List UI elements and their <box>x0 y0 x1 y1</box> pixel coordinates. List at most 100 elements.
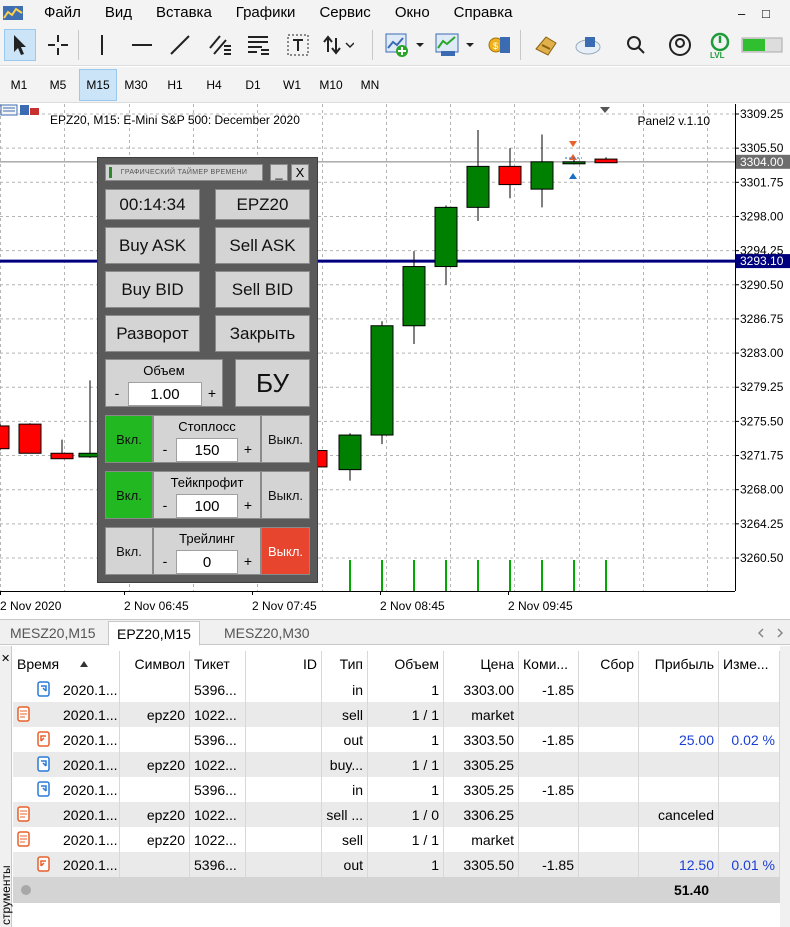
table-row[interactable]: 2020.1... epz20 1022... buy... 1 / 1 3305.25 <box>13 752 780 777</box>
takeprofit-on-button[interactable]: Вкл. <box>105 471 153 519</box>
menu-file[interactable]: Файл <box>32 0 93 26</box>
table-row[interactable]: 2020.1... epz20 1022... sell 1 / 1 market <box>13 702 780 727</box>
close-toolbox-icon[interactable]: ✕ <box>1 652 10 665</box>
column-header[interactable]: Символ <box>120 651 190 677</box>
timeframe-m30[interactable]: M30 <box>117 69 155 101</box>
timeframe-m1[interactable]: M1 <box>0 69 38 101</box>
menu-help[interactable]: Справка <box>442 0 525 26</box>
vertical-scrollbar[interactable] <box>780 646 790 927</box>
templates-dropdown[interactable] <box>462 29 478 61</box>
trailing-on-button[interactable]: Вкл. <box>105 527 153 575</box>
stoploss-on-button[interactable]: Вкл. <box>105 415 153 463</box>
column-header[interactable]: Цена <box>444 651 519 677</box>
tab-mesz20-m30[interactable]: MESZ20,M30 <box>216 622 318 644</box>
table-row[interactable]: 2020.1... 5396... out 1 3303.50 -1.85 25.00 0.0… <box>13 727 780 752</box>
tab-scroll-arrows-icon[interactable] <box>756 627 786 639</box>
reverse-button[interactable]: Разворот <box>105 315 200 352</box>
trendline-button[interactable] <box>164 29 196 61</box>
column-header[interactable]: Тикет <box>190 651 246 677</box>
column-header[interactable]: Время <box>13 651 120 677</box>
panel-minimize-button[interactable]: _ <box>270 164 288 181</box>
breakeven-button[interactable]: БУ <box>235 359 310 407</box>
horizontal-line-button[interactable] <box>126 29 158 61</box>
text-tool-button[interactable] <box>282 29 314 61</box>
volume-decrease-button[interactable]: - <box>107 382 127 404</box>
takeprofit-off-button[interactable]: Выкл. <box>261 471 310 519</box>
takeprofit-increase-button[interactable]: + <box>238 494 258 516</box>
buy-bid-button[interactable]: Buy BID <box>105 271 200 308</box>
account-button[interactable] <box>664 29 696 61</box>
toolbox-sidebar[interactable]: ✕ струменты <box>0 646 13 927</box>
timeframe-m5[interactable]: M5 <box>39 69 77 101</box>
app-icon[interactable] <box>2 4 24 22</box>
timeframe-m15[interactable]: M15 <box>79 69 117 101</box>
timeframe-m10[interactable]: M10 <box>312 69 350 101</box>
vertical-line-button[interactable] <box>86 29 118 61</box>
new-chart-dropdown[interactable] <box>412 29 428 61</box>
cell-volume: 1 / 1 <box>368 702 444 727</box>
table-row[interactable]: 2020.1... 5396... out 1 3305.50 -1.85 12.50 0.0… <box>13 852 780 877</box>
menu-charts[interactable]: Графики <box>224 0 308 26</box>
column-header[interactable]: Изме... <box>719 651 780 677</box>
stoploss-increase-button[interactable]: + <box>238 438 258 460</box>
signals-button[interactable] <box>530 29 562 61</box>
search-button[interactable] <box>620 29 652 61</box>
takeprofit-input[interactable]: 100 <box>176 494 238 518</box>
volume-increase-button[interactable]: + <box>202 382 222 404</box>
stoploss-input[interactable]: 150 <box>176 438 238 462</box>
stoploss-off-button[interactable]: Выкл. <box>261 415 310 463</box>
column-header[interactable]: Объем <box>368 651 444 677</box>
timeframe-h4[interactable]: H4 <box>195 69 233 101</box>
menu-tools[interactable]: Сервис <box>307 0 382 26</box>
buy-ask-button[interactable]: Buy ASK <box>105 227 200 264</box>
level-button[interactable]: LVL <box>704 29 736 61</box>
price-tick-label: 3279.25 <box>740 380 784 394</box>
table-row[interactable]: 2020.1... 5396... in 1 3303.00 -1.85 <box>13 677 780 702</box>
minimize-button[interactable]: – <box>738 6 745 21</box>
table-row[interactable]: 2020.1... epz20 1022... sell 1 / 1 market <box>13 827 780 852</box>
new-chart-button[interactable] <box>382 29 414 61</box>
sell-ask-button[interactable]: Sell ASK <box>215 227 310 264</box>
tab-mesz20-m15[interactable]: MESZ20,M15 <box>2 622 104 644</box>
timeframe-d1[interactable]: D1 <box>234 69 272 101</box>
templates-button[interactable] <box>432 29 464 61</box>
panel-close-button[interactable]: X <box>291 164 309 181</box>
vps-button[interactable] <box>572 29 604 61</box>
trailing-decrease-button[interactable]: - <box>155 550 175 572</box>
drag-grip-icon[interactable] <box>109 167 112 178</box>
timeframe-h1[interactable]: H1 <box>156 69 194 101</box>
trailing-input[interactable]: 0 <box>176 550 238 574</box>
sell-bid-button[interactable]: Sell BID <box>215 271 310 308</box>
table-row[interactable]: 2020.1... epz20 1022... sell ... 1 / 0 3306.2… <box>13 802 780 827</box>
maximize-button[interactable]: □ <box>762 6 770 21</box>
panel-title-bar[interactable]: ГРАФИЧЕСКИЙ ТАЙМЕР ВРЕМЕНИ <box>105 164 263 181</box>
cell-price: 3306.25 <box>444 802 519 827</box>
column-header[interactable]: ID <box>246 651 322 677</box>
chart-menu-icons[interactable] <box>0 104 42 116</box>
volume-input[interactable]: 1.00 <box>128 382 202 406</box>
menu-view[interactable]: Вид <box>93 0 144 26</box>
column-header[interactable]: Прибыль <box>639 651 719 677</box>
column-header[interactable]: Сбор <box>579 651 639 677</box>
equidistant-channel-button[interactable] <box>204 29 236 61</box>
arrows-button[interactable] <box>322 29 354 61</box>
fibonacci-button[interactable] <box>242 29 274 61</box>
crosshair-tool-button[interactable] <box>42 29 74 61</box>
timeframe-w1[interactable]: W1 <box>273 69 311 101</box>
time-tick-label: 2 Nov 2020 <box>0 599 62 613</box>
menu-window[interactable]: Окно <box>383 0 442 26</box>
timeframe-mn[interactable]: MN <box>351 69 389 101</box>
trailing-off-button[interactable]: Выкл. <box>261 527 310 575</box>
column-header[interactable]: Коми... <box>519 651 579 677</box>
takeprofit-decrease-button[interactable]: - <box>155 494 175 516</box>
table-row[interactable]: 2020.1... 5396... in 1 3305.25 -1.85 <box>13 777 780 802</box>
tab-epz20-m15[interactable]: EPZ20,M15 <box>108 621 200 646</box>
trailing-increase-button[interactable]: + <box>238 550 258 572</box>
column-header[interactable]: Тип <box>322 651 368 677</box>
status-dot-icon <box>21 885 31 895</box>
close-position-button[interactable]: Закрыть <box>215 315 310 352</box>
stoploss-decrease-button[interactable]: - <box>155 438 175 460</box>
menu-insert[interactable]: Вставка <box>144 0 224 26</box>
cursor-tool-button[interactable] <box>4 29 36 61</box>
market-watch-button[interactable]: $ <box>484 29 516 61</box>
